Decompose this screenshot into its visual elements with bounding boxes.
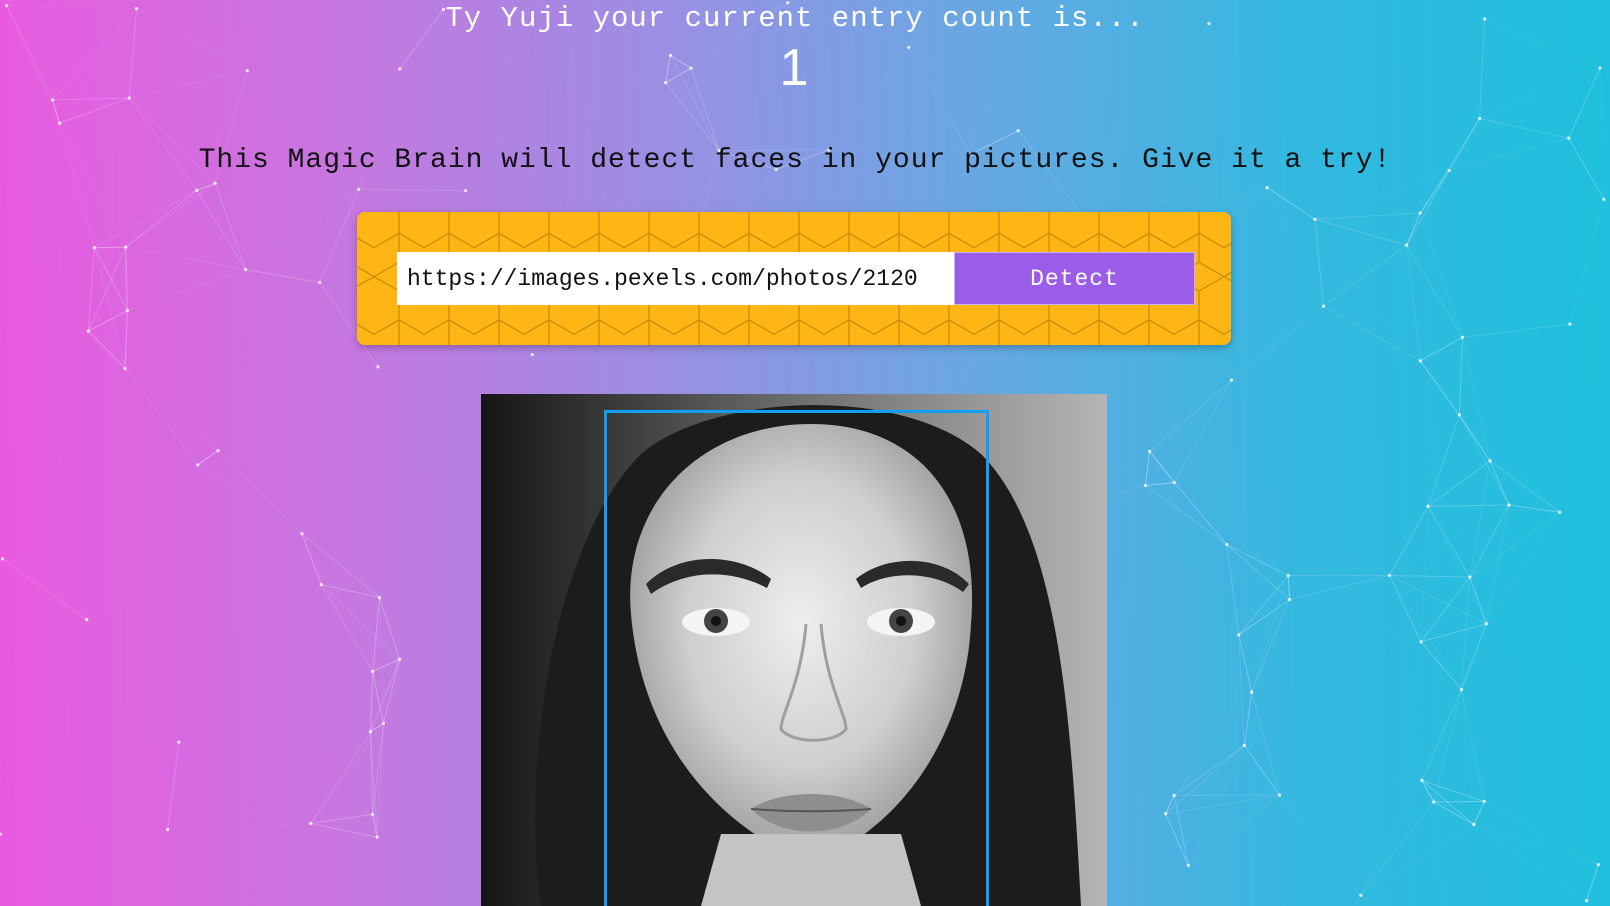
image-url-input[interactable] [397, 252, 954, 305]
face-image [481, 394, 1107, 906]
intro-text: This Magic Brain will detect faces in yo… [198, 145, 1392, 176]
entry-count-message: Ty Yuji your current entry count is... [445, 2, 1145, 35]
entry-count-value: 1 [779, 39, 809, 97]
detect-button[interactable]: Detect [954, 252, 1195, 305]
image-link-form: Detect [357, 212, 1231, 345]
face-bounding-box [604, 410, 989, 906]
